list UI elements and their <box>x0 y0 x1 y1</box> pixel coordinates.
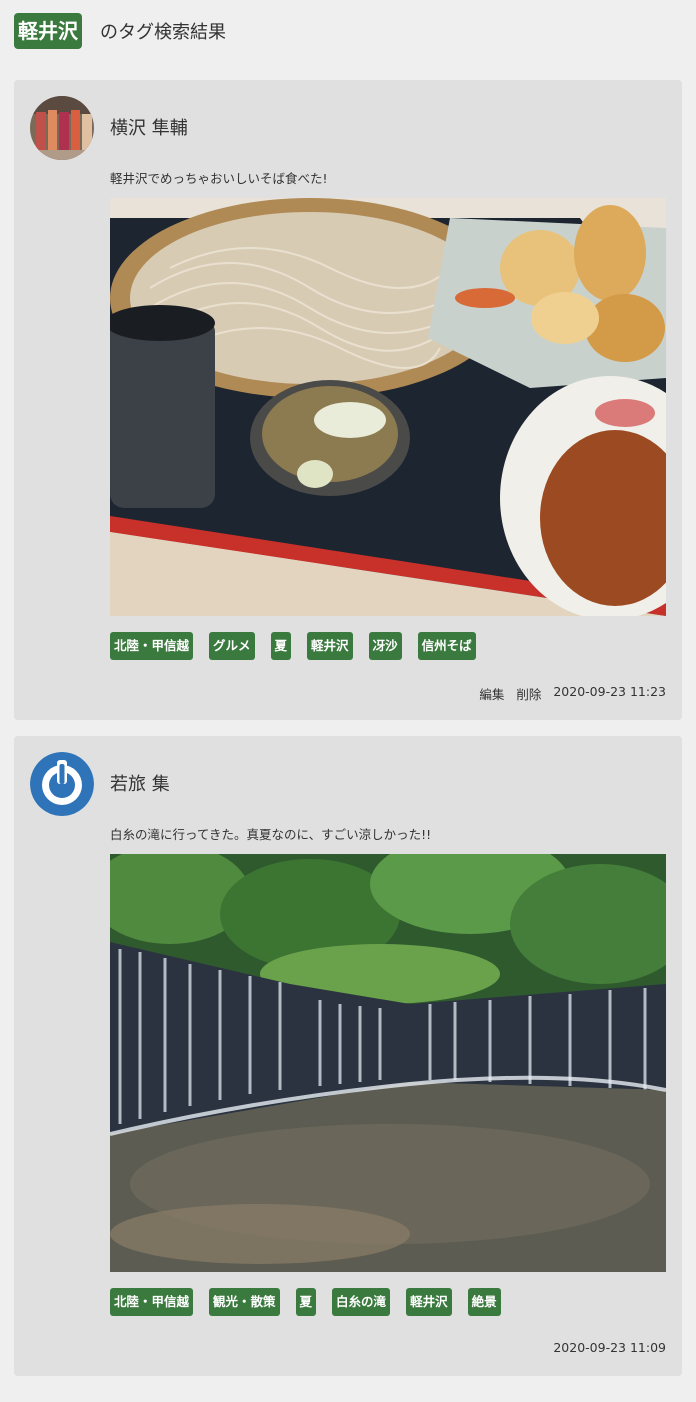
tag-chip[interactable]: 夏 <box>295 1288 317 1316</box>
page-title: のタグ検索結果 <box>100 22 226 43</box>
post-text: 軽井沢でめっちゃおいしいそば食べた! <box>110 171 328 186</box>
avatar[interactable] <box>30 752 94 816</box>
tag-chip[interactable]: 北陸・甲信越 <box>110 1288 194 1316</box>
tag-chip[interactable]: 軽井沢 <box>406 1288 452 1316</box>
post-card: 若旅 集 白糸の滝に行ってきた。真夏なのに、すごい涼しかった!! 北陸・甲信越 … <box>14 736 682 1376</box>
avatar[interactable] <box>30 96 94 160</box>
delete-link[interactable]: 削除 <box>516 684 541 703</box>
tag-chip[interactable]: 絶景 <box>467 1288 501 1316</box>
username[interactable]: 横沢 隼輔 <box>110 114 188 140</box>
post-meta: 編集 削除 2020-09-23 11:23 <box>479 684 666 703</box>
search-header: 軽井沢 のタグ検索結果 <box>14 12 226 50</box>
post-card: 横沢 隼輔 軽井沢でめっちゃおいしいそば食べた! 北陸・甲信越 グルメ 夏 軽井… <box>14 80 682 720</box>
edit-link[interactable]: 編集 <box>479 684 504 703</box>
tag-list: 北陸・甲信越 観光・散策 夏 白糸の滝 軽井沢 絶景 <box>110 1288 501 1316</box>
search-tag-badge[interactable]: 軽井沢 <box>14 13 82 49</box>
post-photo-soba <box>110 198 666 616</box>
tag-chip[interactable]: 軽井沢 <box>307 632 353 660</box>
post-meta: 2020-09-23 11:09 <box>553 1340 666 1355</box>
tag-chip[interactable]: 夏 <box>270 632 292 660</box>
tag-chip[interactable]: 信州そば <box>417 632 476 660</box>
tag-chip[interactable]: 白糸の滝 <box>332 1288 391 1316</box>
post-text: 白糸の滝に行ってきた。真夏なのに、すごい涼しかった!! <box>110 827 432 842</box>
tag-list: 北陸・甲信越 グルメ 夏 軽井沢 冴沙 信州そば <box>110 632 476 660</box>
timestamp: 2020-09-23 11:23 <box>553 684 666 699</box>
tag-chip[interactable]: 北陸・甲信越 <box>110 632 194 660</box>
post-photo-waterfall <box>110 854 666 1272</box>
tag-chip[interactable]: 冴沙 <box>368 632 402 660</box>
timestamp: 2020-09-23 11:09 <box>553 1340 666 1355</box>
username[interactable]: 若旅 集 <box>110 770 170 796</box>
tag-chip[interactable]: グルメ <box>209 632 255 660</box>
tag-chip[interactable]: 観光・散策 <box>209 1288 280 1316</box>
